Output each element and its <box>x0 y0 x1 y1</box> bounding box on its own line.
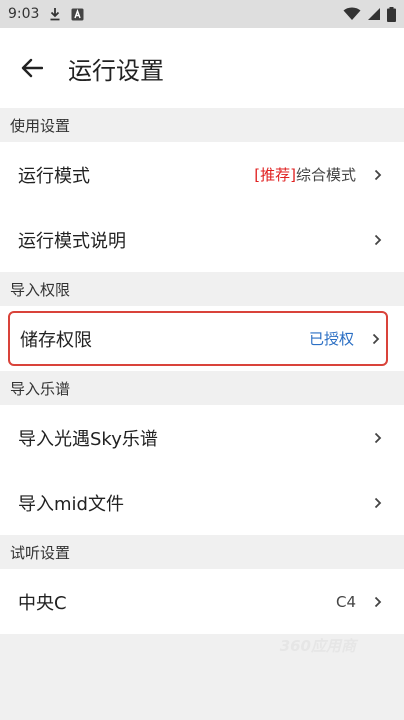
chevron-right-icon <box>374 168 384 182</box>
chevron-right-icon <box>372 332 382 346</box>
import-sky-score-label: 导入光遇Sky乐谱 <box>18 428 158 450</box>
run-mode-value-text: 综合模式 <box>295 166 356 184</box>
middle-c-row[interactable]: 中央C C4 <box>0 569 404 634</box>
status-time: 9:03 <box>8 6 40 22</box>
back-button[interactable] <box>18 54 46 82</box>
section-header-preview: 试听设置 <box>0 535 404 569</box>
run-mode-help-row[interactable]: 运行模式说明 <box>0 207 404 272</box>
section-header-import-score: 导入乐谱 <box>0 371 404 405</box>
status-bar: 9:03 <box>0 0 404 28</box>
recommended-tag: [推荐] <box>254 166 296 184</box>
middle-c-label: 中央C <box>18 592 67 614</box>
storage-permission-wrap: 储存权限 已授权 <box>0 306 404 371</box>
chevron-right-icon <box>374 431 384 445</box>
battery-icon <box>387 6 396 22</box>
wifi-icon <box>343 7 361 21</box>
run-mode-help-label: 运行模式说明 <box>18 230 126 252</box>
chevron-right-icon <box>374 595 384 609</box>
back-arrow-icon <box>21 58 43 78</box>
watermark: 360应用商 <box>279 637 356 655</box>
signal-icon <box>367 7 381 21</box>
preview-group: 中央C C4 <box>0 569 404 634</box>
import-sky-score-row[interactable]: 导入光遇Sky乐谱 <box>0 405 404 470</box>
run-mode-label: 运行模式 <box>18 165 90 187</box>
storage-permission-status: 已授权 <box>308 330 354 348</box>
chevron-right-icon <box>374 233 384 247</box>
section-header-import-permission: 导入权限 <box>0 272 404 306</box>
storage-permission-row[interactable]: 储存权限 已授权 <box>8 311 388 366</box>
usage-group: 运行模式 [推荐]综合模式 运行模式说明 <box>0 142 404 272</box>
storage-permission-label: 储存权限 <box>20 329 92 351</box>
section-header-usage: 使用设置 <box>0 108 404 142</box>
app-bar: 运行设置 <box>0 28 404 108</box>
run-mode-value: [推荐]综合模式 <box>254 164 356 185</box>
middle-c-value: C4 <box>335 592 356 611</box>
import-mid-row[interactable]: 导入mid文件 <box>0 470 404 535</box>
import-mid-label: 导入mid文件 <box>18 493 124 515</box>
page-title: 运行设置 <box>68 56 164 85</box>
chevron-right-icon <box>374 496 384 510</box>
download-icon <box>49 7 61 21</box>
run-mode-row[interactable]: 运行模式 [推荐]综合模式 <box>0 142 404 207</box>
notification-a-icon <box>71 8 84 21</box>
import-score-group: 导入光遇Sky乐谱 导入mid文件 <box>0 405 404 535</box>
